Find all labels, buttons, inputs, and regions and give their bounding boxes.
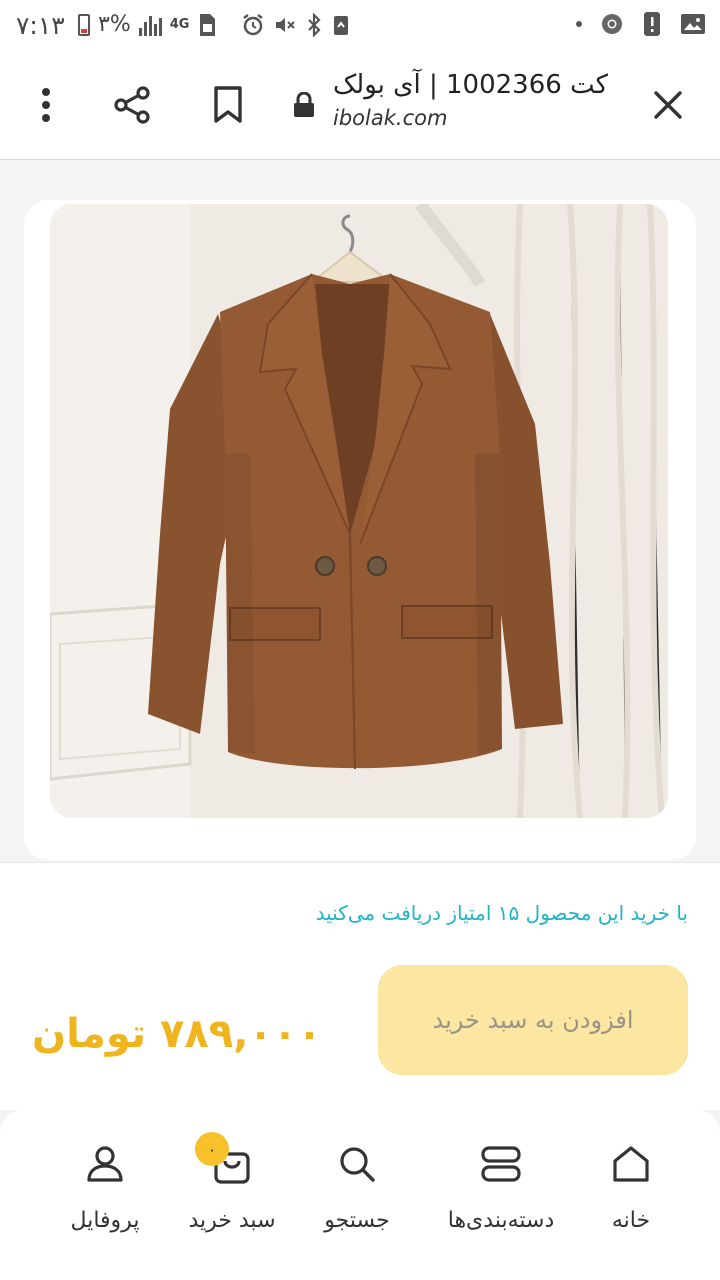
lock-icon [294, 92, 314, 117]
network-type: 4G [169, 17, 190, 32]
status-bar: ۷:۱۳ ۳% 4G [0, 0, 720, 50]
bookmark-button[interactable] [200, 50, 256, 160]
nav-item-home[interactable]: خانه [566, 1110, 696, 1280]
recycle-icon [331, 13, 351, 37]
battery-percent: ۳% [98, 12, 131, 37]
status-right-icons [576, 11, 706, 37]
url-host: ibolak.com [333, 106, 448, 130]
close-tab-button[interactable] [646, 50, 690, 160]
nav-item-categories[interactable]: دسته‌بندی‌ها [436, 1110, 566, 1280]
nav-label-profile: پروفایل [70, 1208, 140, 1233]
product-image-card [24, 200, 696, 860]
jacket-image [50, 204, 668, 818]
chrome-icon [600, 12, 624, 36]
nav-label-search: جستجو [324, 1208, 390, 1233]
product-photo[interactable] [50, 204, 668, 818]
more-options-button[interactable] [18, 50, 74, 160]
battery-icon [78, 13, 90, 36]
close-icon [654, 91, 682, 119]
loyalty-points-text: با خرید این محصول ۱۵ امتیاز دریافت می‌کن… [315, 901, 688, 925]
nav-label-home: خانه [611, 1208, 651, 1233]
alert-icon [642, 11, 662, 37]
more-vert-icon [42, 88, 50, 122]
bookmark-icon [214, 86, 242, 123]
nav-item-search[interactable]: جستجو [292, 1110, 422, 1280]
categories-icon [481, 1146, 521, 1182]
status-left-icons: ۳% 4G [78, 12, 351, 37]
url-display[interactable]: کت 1002366 | آی بولک ibolak.com [333, 70, 608, 130]
product-page: با خرید این محصول ۱۵ امتیاز دریافت می‌کن… [0, 160, 720, 1111]
product-info: با خرید این محصول ۱۵ امتیاز دریافت می‌کن… [0, 862, 720, 1111]
mute-icon [273, 13, 297, 37]
signal-bars-icon [138, 14, 162, 36]
product-price: ۷۸۹,۰۰۰ تومان [32, 1011, 322, 1057]
nav-label-categories: دسته‌بندی‌ها [447, 1208, 555, 1233]
bottom-nav-bar: خانه دسته‌بندی‌ها جستجو ۰ سبد خرید [0, 1110, 720, 1280]
page-title: کت 1002366 | آی بولک [333, 70, 608, 100]
share-icon [114, 86, 150, 124]
nav-label-cart: سبد خرید [188, 1208, 276, 1233]
nav-item-profile[interactable]: پروفایل [40, 1110, 170, 1280]
home-icon [613, 1146, 649, 1182]
status-time: ۷:۱۳ [16, 11, 65, 40]
dot-icon [576, 21, 582, 27]
cart-count-badge: ۰ [195, 1132, 229, 1166]
profile-icon [87, 1146, 123, 1182]
secure-lock [288, 50, 320, 160]
image-icon [680, 13, 706, 35]
bluetooth-icon [305, 12, 323, 37]
share-button[interactable] [104, 50, 160, 160]
search-icon [340, 1147, 375, 1182]
sim-card-icon [197, 13, 217, 37]
alarm-icon [241, 13, 265, 37]
nav-item-cart[interactable]: ۰ سبد خرید [167, 1110, 297, 1280]
bottom-navigation: خانه دسته‌بندی‌ها جستجو ۰ سبد خرید [0, 1110, 720, 1280]
browser-toolbar: کت 1002366 | آی بولک ibolak.com [0, 50, 720, 160]
add-to-cart-button[interactable]: افزودن به سبد خرید [378, 965, 688, 1075]
